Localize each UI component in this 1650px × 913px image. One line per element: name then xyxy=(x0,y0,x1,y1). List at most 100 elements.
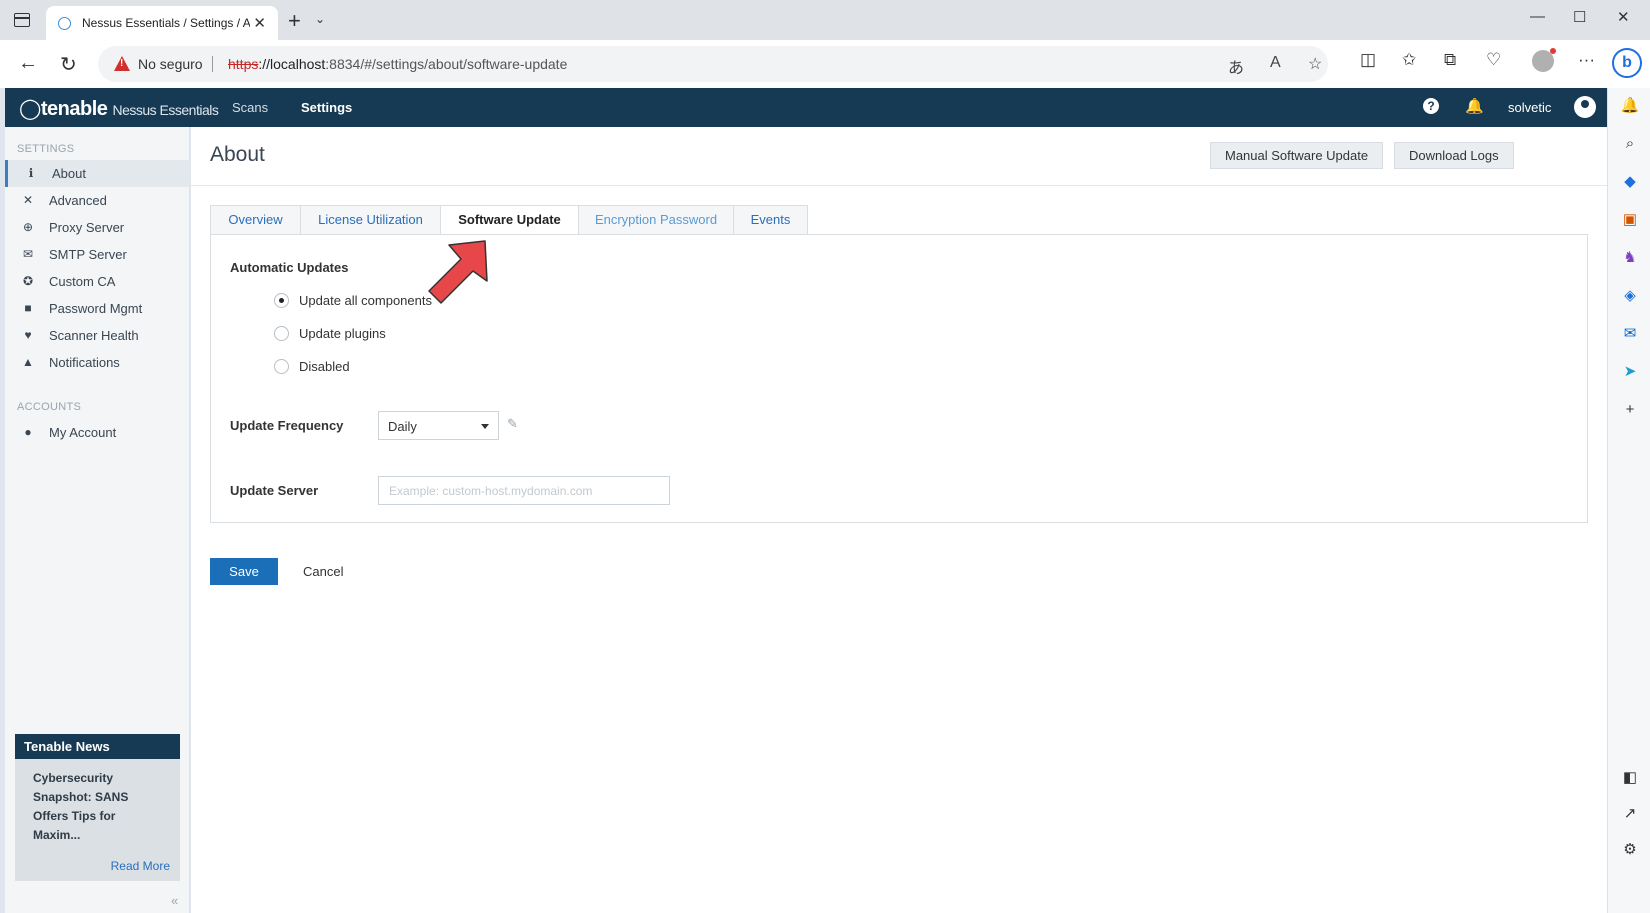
browser-tabstrip: Nessus Essentials / Settings / About / S… xyxy=(0,0,1650,40)
lock-icon: ■ xyxy=(24,301,32,315)
sidebar-item-advanced[interactable]: ✕ Advanced xyxy=(5,187,190,214)
update-server-label: Update Server xyxy=(230,483,319,498)
radio-disabled[interactable] xyxy=(274,359,289,374)
user-avatar-icon[interactable] xyxy=(1574,96,1596,118)
sidebar-item-custom-ca[interactable]: ✪ Custom CA xyxy=(5,268,190,295)
sidebar-item-smtp-server[interactable]: ✉ SMTP Server xyxy=(5,241,190,268)
envelope-icon: ✉ xyxy=(22,247,34,261)
tenable-news: Tenable News Cybersecurity Snapshot: SAN… xyxy=(15,734,180,881)
update-frequency-label: Update Frequency xyxy=(230,418,344,433)
close-tab-icon[interactable]: ✕ xyxy=(253,14,266,32)
annotation-arrow-icon xyxy=(428,240,488,304)
favicon-icon xyxy=(58,17,71,30)
automatic-updates-label: Automatic Updates xyxy=(230,260,349,275)
add-icon[interactable]: + xyxy=(1620,400,1640,420)
sidebar-toggle-icon[interactable]: ◧ xyxy=(1620,768,1640,788)
sidebar-item-label: My Account xyxy=(49,425,117,440)
settings-sidebar: SETTINGS ℹ About ✕ Advanced ⊕ Proxy Serv… xyxy=(5,127,190,913)
manual-software-update-button[interactable]: Manual Software Update xyxy=(1210,142,1384,169)
settings-gear-icon[interactable]: ⚙ xyxy=(1620,840,1640,860)
browser-tab[interactable]: Nessus Essentials / Settings / About / S… xyxy=(46,6,278,40)
favorite-star-icon[interactable]: ☆ xyxy=(1308,54,1322,74)
bell-icon: ▲ xyxy=(22,355,34,369)
office-icon[interactable]: ◈ xyxy=(1620,286,1640,306)
sidebar-item-label: Scanner Health xyxy=(49,328,139,343)
browser-essentials-icon[interactable]: ♡ xyxy=(1486,50,1501,70)
search-icon[interactable]: ⌕ xyxy=(1620,134,1640,154)
pencil-icon[interactable]: ✎ xyxy=(507,416,518,432)
edge-sidebar: 🔔 ⌕ ◆ ▣ ♞ ◈ ✉ ➤ + ◧ ↗ ⚙ xyxy=(1607,88,1650,913)
translate-icon[interactable]: あ xyxy=(1228,54,1244,78)
divider xyxy=(212,56,213,72)
tab-software-update[interactable]: Software Update xyxy=(440,205,579,235)
address-bar[interactable]: No seguro https://localhost:8834/#/setti… xyxy=(98,46,1328,82)
sidebar-item-notifications[interactable]: ▲ Notifications xyxy=(5,349,190,376)
read-more-link[interactable]: Read More xyxy=(111,859,170,873)
games-icon[interactable]: ♞ xyxy=(1620,248,1640,268)
collections-icon[interactable]: ⧉ xyxy=(1444,50,1456,70)
url-text[interactable]: https://localhost:8834/#/settings/about/… xyxy=(228,56,567,72)
nav-settings[interactable]: Settings xyxy=(301,100,352,115)
sidebar-item-password-mgmt[interactable]: ■ Password Mgmt xyxy=(5,295,190,322)
drop-send-icon[interactable]: ➤ xyxy=(1620,362,1640,382)
read-aloud-icon[interactable]: A xyxy=(1270,54,1281,72)
tab-encryption-password[interactable]: Encryption Password xyxy=(578,205,734,235)
radio-update-plugins-label[interactable]: Update plugins xyxy=(299,326,386,341)
sidebar-item-proxy-server[interactable]: ⊕ Proxy Server xyxy=(5,214,190,241)
sidebar-item-scanner-health[interactable]: ♥ Scanner Health xyxy=(5,322,190,349)
radio-update-plugins[interactable] xyxy=(274,326,289,341)
tab-list-chevron-icon[interactable]: ⌄ xyxy=(315,12,325,26)
tenable-logo[interactable]: ◯tenable Nessus Essentials xyxy=(19,96,219,121)
close-window-icon[interactable]: ✕ xyxy=(1617,8,1630,26)
globe-icon: ⊕ xyxy=(22,220,34,234)
sidebar-item-label: Proxy Server xyxy=(49,220,125,235)
split-screen-icon[interactable]: ◫ xyxy=(1360,50,1376,70)
download-logs-button[interactable]: Download Logs xyxy=(1394,142,1514,169)
caret-down-icon xyxy=(481,424,489,429)
nav-scans[interactable]: Scans xyxy=(232,100,268,115)
sidebar-item-label: About xyxy=(52,166,86,181)
profile-avatar[interactable] xyxy=(1532,48,1556,72)
maximize-icon[interactable]: ☐ xyxy=(1573,8,1586,26)
news-heading: Tenable News xyxy=(15,734,180,759)
back-icon[interactable]: ← xyxy=(18,52,38,75)
external-link-icon[interactable]: ↗ xyxy=(1620,804,1640,824)
more-icon[interactable]: ··· xyxy=(1578,50,1595,70)
accounts-heading: ACCOUNTS xyxy=(17,401,82,413)
radio-disabled-label[interactable]: Disabled xyxy=(299,359,350,374)
cancel-button[interactable]: Cancel xyxy=(303,564,343,579)
app-header: ◯tenable Nessus Essentials Scans Setting… xyxy=(5,88,1607,127)
outlook-icon[interactable]: ✉ xyxy=(1620,324,1640,344)
update-server-input[interactable] xyxy=(378,476,670,505)
notification-bell-icon[interactable]: 🔔 xyxy=(1465,97,1484,115)
sidebar-item-about[interactable]: ℹ About xyxy=(5,160,190,187)
bing-copilot-icon[interactable]: b xyxy=(1612,48,1642,78)
refresh-icon[interactable]: ↻ xyxy=(60,52,77,77)
update-frequency-select[interactable]: Daily xyxy=(378,411,499,440)
new-tab-icon[interactable]: + xyxy=(288,8,301,34)
collapse-sidebar-icon[interactable]: « xyxy=(171,893,178,908)
radio-update-all[interactable] xyxy=(274,293,289,308)
heartbeat-icon: ♥ xyxy=(24,328,32,342)
help-icon[interactable]: ? xyxy=(1423,98,1439,114)
save-button[interactable]: Save xyxy=(210,558,278,585)
tab-license-utilization[interactable]: License Utilization xyxy=(300,205,441,235)
tab-actions-icon[interactable] xyxy=(14,13,30,27)
software-update-panel: Automatic Updates Update all components … xyxy=(210,234,1588,523)
favorites-icon[interactable]: ✩ xyxy=(1402,50,1416,70)
minimize-icon[interactable]: — xyxy=(1530,8,1545,25)
tools-briefcase-icon[interactable]: ▣ xyxy=(1620,210,1640,230)
sidebar-item-label: Password Mgmt xyxy=(49,301,143,316)
user-icon: ● xyxy=(24,425,32,439)
news-headline[interactable]: Cybersecurity Snapshot: SANS Offers Tips… xyxy=(15,759,180,855)
radio-update-all-label[interactable]: Update all components xyxy=(299,293,432,308)
username[interactable]: solvetic xyxy=(1508,100,1551,115)
shopping-tag-icon[interactable]: ◆ xyxy=(1620,172,1640,192)
warning-icon[interactable] xyxy=(114,56,130,71)
notifications-icon[interactable]: 🔔 xyxy=(1620,96,1640,116)
tab-events[interactable]: Events xyxy=(733,205,808,235)
security-label[interactable]: No seguro xyxy=(138,56,203,72)
sidebar-item-my-account[interactable]: ● My Account xyxy=(5,419,190,446)
tab-overview[interactable]: Overview xyxy=(210,205,301,235)
header-divider xyxy=(191,185,1607,186)
